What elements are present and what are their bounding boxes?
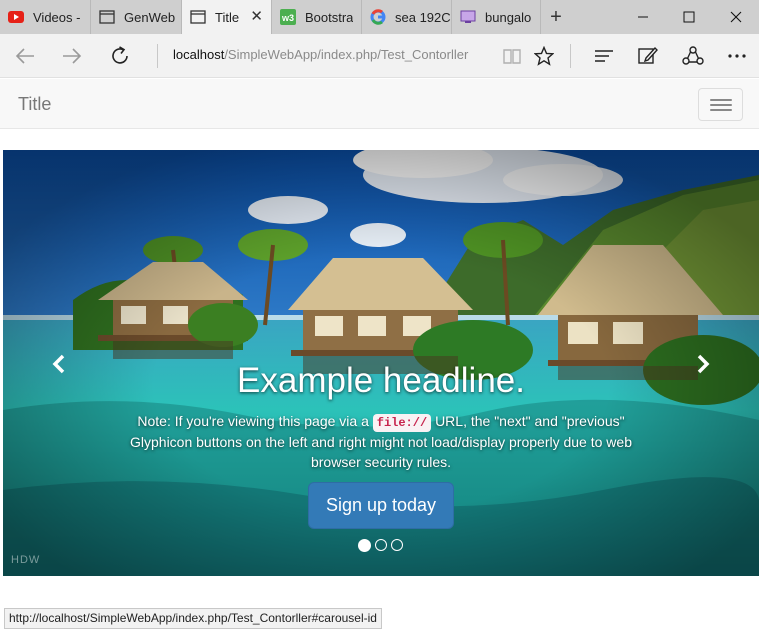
minimize-icon (638, 16, 648, 18)
tab-label: Videos - (33, 9, 81, 25)
close-icon (730, 11, 742, 23)
toolbar-divider (570, 44, 571, 68)
tab-bungalow[interactable]: bungalo (452, 0, 541, 34)
svg-text:w3: w3 (281, 13, 294, 23)
share-button[interactable] (676, 40, 710, 72)
back-button[interactable] (8, 40, 42, 72)
carousel-note: Note: If you're viewing this page via a … (121, 411, 641, 472)
star-icon (534, 46, 554, 66)
more-button[interactable] (720, 40, 754, 72)
tab-genweb[interactable]: GenWeb (91, 0, 182, 34)
file-url-code: file:// (372, 414, 432, 432)
hub-button[interactable] (587, 40, 621, 72)
tab-label: Bootstra (305, 9, 354, 25)
reading-view-icon (503, 49, 521, 64)
url-host: localhost (173, 47, 225, 62)
tab-bootstrap[interactable]: w3 Bootstra (272, 0, 362, 34)
refresh-button[interactable] (103, 40, 137, 72)
address-field[interactable]: localhost/SimpleWebApp/index.php/Test_Co… (173, 47, 468, 62)
minimize-button[interactable] (620, 0, 666, 34)
google-icon (370, 9, 386, 25)
note-text-before: Note: If you're viewing this page via a (137, 413, 369, 429)
carousel-indicator-3[interactable] (391, 539, 403, 551)
carousel-headline: Example headline. (237, 361, 525, 400)
navbar: Title (0, 79, 759, 129)
arrow-left-icon (15, 48, 34, 64)
page-icon (190, 9, 206, 25)
tab-title[interactable]: Title ✕ (182, 0, 272, 34)
hub-icon (595, 50, 613, 62)
arrow-right-icon (63, 48, 82, 64)
favorite-button[interactable] (527, 40, 561, 72)
reading-view-button[interactable] (495, 40, 529, 72)
refresh-icon (112, 46, 128, 64)
tab-label: sea 192C (395, 9, 451, 25)
hamburger-bar (710, 109, 732, 111)
tab-label: Title (215, 9, 240, 25)
url-path: /SimpleWebApp/index.php/Test_Contorller (224, 47, 469, 62)
share-icon (682, 46, 704, 65)
tab-google-search[interactable]: sea 192C (362, 0, 452, 34)
tab-videos[interactable]: Videos - (0, 0, 91, 34)
address-divider (157, 44, 158, 68)
page-icon (99, 9, 115, 25)
carousel-indicator-1[interactable] (358, 539, 371, 552)
hamburger-bar (710, 99, 732, 101)
close-window-button[interactable] (713, 0, 759, 34)
forward-button[interactable] (55, 40, 89, 72)
browser-toolbar: localhost/SimpleWebApp/index.php/Test_Co… (0, 34, 759, 78)
carousel-indicator-2[interactable] (375, 539, 387, 551)
hamburger-bar (710, 104, 732, 106)
navbar-brand[interactable]: Title (18, 94, 51, 115)
tab-strip: Videos - GenWeb Title ✕ w3 Bootstra sea … (0, 0, 759, 34)
youtube-icon (8, 9, 24, 25)
tab-label: bungalo (485, 9, 532, 25)
navbar-toggle-button[interactable] (698, 88, 743, 121)
status-bar-url: http://localhost/SimpleWebApp/index.php/… (4, 608, 382, 629)
web-note-button[interactable] (631, 40, 665, 72)
pen-note-icon (638, 46, 658, 64)
sign-up-button[interactable]: Sign up today (307, 482, 455, 529)
maximize-icon (683, 11, 695, 23)
image-watermark: HDW (11, 554, 41, 566)
tab-label: GenWeb (124, 9, 176, 25)
web-page: Title Example headline. Note: If you're … (0, 79, 759, 629)
carousel-caption: Example headline. Note: If you're viewin… (3, 361, 759, 529)
new-tab-button[interactable]: + (541, 0, 571, 34)
ellipsis-icon (728, 54, 746, 58)
carousel: Example headline. Note: If you're viewin… (3, 150, 759, 576)
close-tab-icon[interactable]: ✕ (250, 9, 263, 25)
carousel-indicators (358, 539, 403, 552)
image-icon (460, 9, 476, 25)
w3schools-icon: w3 (280, 9, 296, 25)
maximize-button[interactable] (666, 0, 712, 34)
